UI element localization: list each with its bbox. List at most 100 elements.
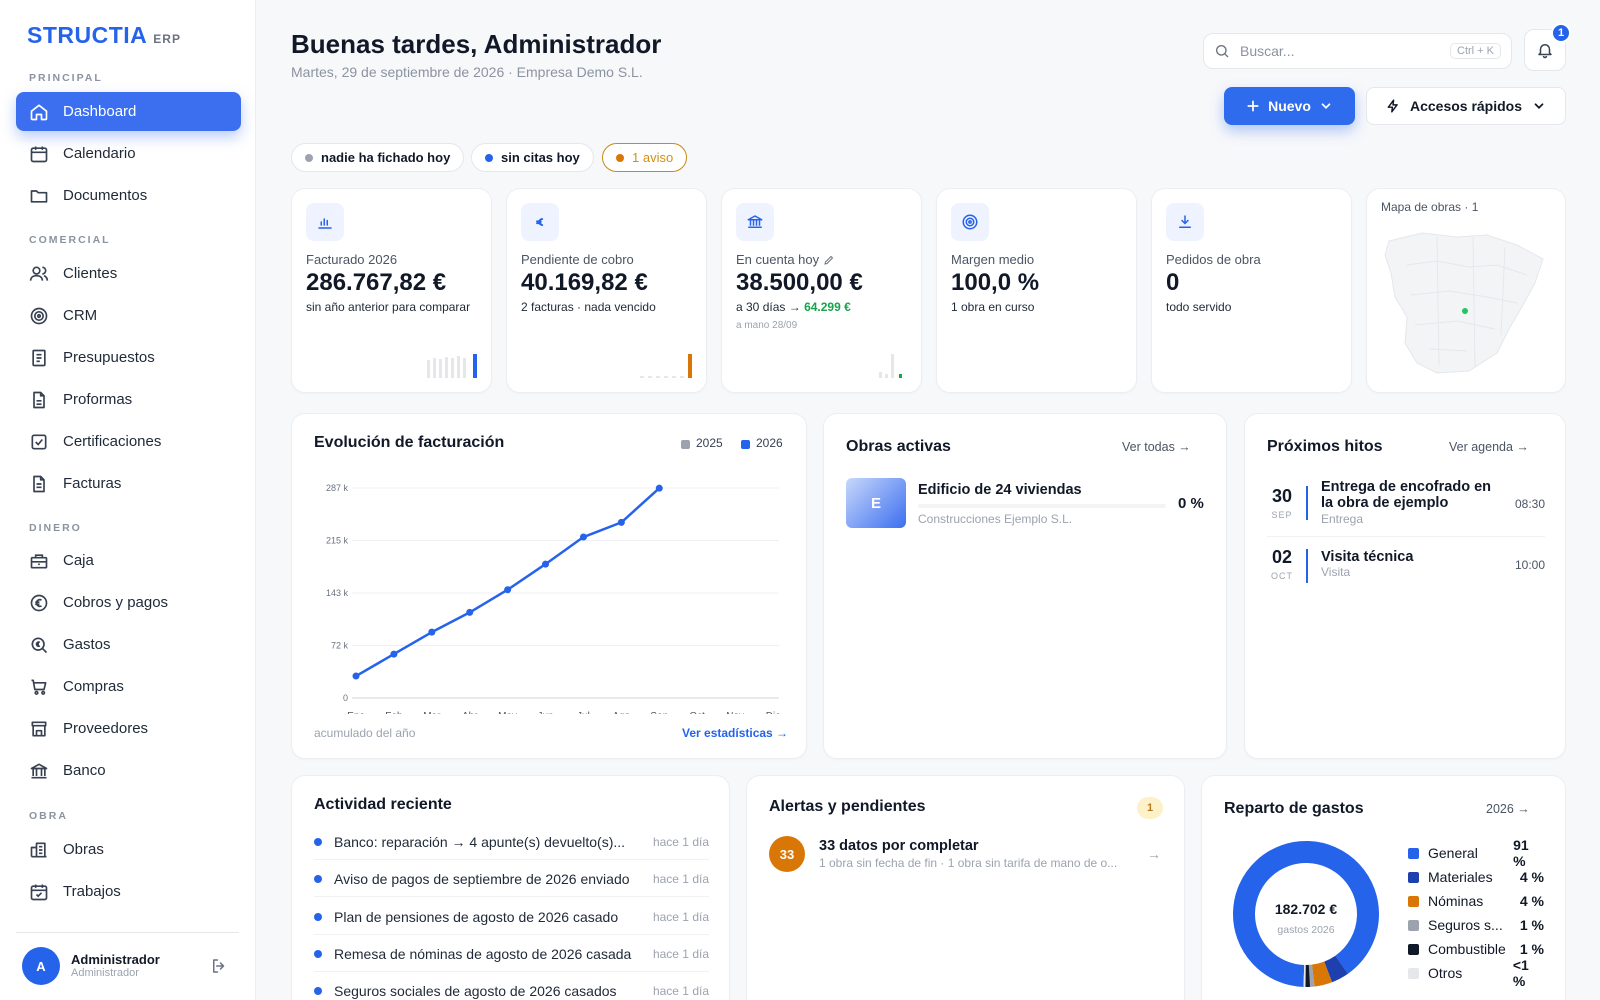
list-item[interactable]: Plan de pensiones de agosto de 2026 casa… [314, 907, 709, 927]
activity-time: hace 1 día [652, 984, 709, 998]
euro-circle-icon [30, 594, 48, 611]
edit-icon[interactable] [823, 254, 835, 266]
avatar[interactable]: A [22, 947, 60, 985]
sidebar-item-certificaciones[interactable]: Certificaciones [16, 422, 241, 461]
x-tick-label: Ago [612, 711, 630, 714]
map-card[interactable]: Mapa de obras · 1 [1366, 188, 1566, 393]
active-works-title: Obras activas [846, 438, 951, 455]
milestones-card: Próximos hitos Ver agenda → 30 SEP Entre… [1244, 413, 1566, 759]
search-input[interactable] [1240, 43, 1451, 59]
milestone-title[interactable]: Visita técnica [1321, 549, 1501, 565]
calendar-icon [30, 146, 48, 162]
data-point [428, 628, 436, 636]
document-list-icon [32, 349, 46, 366]
cash-register-icon [30, 553, 48, 568]
view-all-link[interactable]: Ver todas → [1122, 440, 1191, 454]
billing-chart-card: Evolución de facturación 2025 2026 0 72 k… [291, 413, 807, 759]
recent-activity-title: Actividad reciente [314, 796, 452, 813]
stats-link[interactable]: Ver estadísticas → [682, 726, 788, 740]
kpi-icon-box [951, 203, 989, 241]
expense-pct: 1 % [1519, 917, 1544, 933]
milestone-marker [1306, 549, 1308, 583]
kpi-card-cuenta[interactable]: En cuenta hoy 38.500,00 € a 30 días → 64… [721, 188, 922, 393]
sidebar-item-dashboard[interactable]: Dashboard [16, 92, 241, 131]
chevron-down-icon [1534, 103, 1544, 109]
list-item[interactable]: Aviso de pagos de septiembre de 2026 env… [314, 869, 709, 889]
kpi-card-margen[interactable]: Margen medio 100,0 % 1 obra en curso [936, 188, 1137, 393]
alerts-title: Alertas y pendientes [769, 798, 926, 815]
sidebar-item-documentos[interactable]: Documentos [16, 176, 241, 215]
bell-icon [1538, 44, 1552, 59]
sidebar-item-banco[interactable]: Banco [16, 751, 241, 790]
expense-pct: 91 % [1513, 837, 1529, 869]
logout-icon[interactable] [210, 957, 228, 975]
status-pill-avisos[interactable]: 1 aviso [602, 143, 688, 172]
sidebar-item-facturas[interactable]: Facturas [16, 464, 241, 503]
sidebar-item-compras[interactable]: Compras [16, 667, 241, 706]
kpi-value: 38.500,00 € [736, 269, 863, 296]
data-point [655, 484, 663, 492]
user-name: Administrador [71, 952, 160, 967]
data-point [352, 672, 360, 680]
milestone-day: 30 [1271, 486, 1293, 506]
view-agenda-link[interactable]: Ver agenda → [1449, 440, 1529, 454]
work-client: Construcciones Ejemplo S.L. [918, 512, 1073, 526]
kpi-label-text: En cuenta hoy [736, 252, 820, 267]
sidebar-item-proveedores[interactable]: Proveedores [16, 709, 241, 748]
pill-label: 1 aviso [632, 150, 674, 165]
list-item[interactable]: Remesa de nóminas de agosto de 2026 casa… [314, 944, 709, 964]
sidebar-item-clientes[interactable]: Clientes [16, 254, 241, 293]
status-pill-fichajes[interactable]: nadie ha fichado hoy [291, 143, 465, 172]
sidebar-item-calendario[interactable]: Calendario [16, 134, 241, 173]
quick-access-button[interactable]: Accesos rápidos [1366, 87, 1566, 125]
milestone-type: Visita [1321, 565, 1351, 579]
new-button[interactable]: Nuevo [1224, 87, 1355, 125]
activity-time: hace 1 día [652, 910, 709, 924]
expense-legend-item: General 91 % [1408, 837, 1544, 869]
milestone-month: SEP [1271, 510, 1293, 520]
kpi-card-facturado[interactable]: Facturado 2026 286.767,82 € sin año ante… [291, 188, 492, 393]
status-dot [485, 153, 493, 162]
bank-icon [30, 763, 48, 778]
work-name[interactable]: Edificio de 24 viviendas [918, 482, 1082, 498]
x-tick-label: Feb [385, 711, 403, 714]
sidebar-item-obras[interactable]: Obras [16, 830, 241, 869]
activity-text: Banco: reparación → 4 apunte(s) devuelto… [334, 834, 626, 850]
status-pill-citas[interactable]: sin citas hoy [471, 143, 594, 172]
list-item[interactable]: Seguros sociales de agosto de 2026 casad… [314, 981, 709, 1000]
legend-swatch [1408, 967, 1419, 979]
sidebar-item-gastos[interactable]: Gastos [16, 625, 241, 664]
target-icon [962, 214, 978, 230]
activity-divider [314, 859, 709, 860]
sidebar-item-label: CRM [63, 307, 98, 324]
nav-section-comercial: COMERCIAL [29, 234, 111, 246]
kpi-card-pedidos[interactable]: Pedidos de obra 0 todo servido [1151, 188, 1352, 393]
legend-swatch-2025 [681, 440, 690, 449]
sidebar-item-label: Documentos [63, 187, 148, 204]
bank-icon [747, 215, 763, 228]
sidebar-item-caja[interactable]: Caja [16, 541, 241, 580]
sidebar-item-crm[interactable]: CRM [16, 296, 241, 335]
search-box[interactable]: Ctrl + K [1203, 33, 1512, 69]
work-thumbnail[interactable]: E [846, 478, 906, 528]
expenses-year-link[interactable]: 2026 → [1486, 802, 1530, 816]
data-point [390, 650, 398, 658]
expenses-title: Reparto de gastos [1224, 800, 1364, 817]
nav-section-principal: PRINCIPAL [29, 72, 103, 84]
x-tick-label: May [498, 711, 517, 714]
sidebar-item-cobros-pagos[interactable]: Cobros y pagos [16, 583, 241, 622]
y-tick-label: 287 k [326, 483, 349, 493]
expense-pct: 4 % [1519, 893, 1544, 909]
sidebar-item-proformas[interactable]: Proformas [16, 380, 241, 419]
arrow-right-icon[interactable]: → [1147, 846, 1161, 862]
list-item[interactable]: Banco: reparación → 4 apunte(s) devuelto… [314, 832, 709, 852]
sidebar-item-trabajos[interactable]: Trabajos [16, 872, 241, 911]
activity-text: Remesa de nóminas de agosto de 2026 casa… [334, 946, 632, 962]
brand-logo[interactable]: STRUCTIA ERP [27, 22, 181, 49]
milestone-title[interactable]: Entrega de encofrado en la obra de ejemp… [1321, 479, 1501, 511]
sidebar-item-presupuestos[interactable]: Presupuestos [16, 338, 241, 377]
alert-title[interactable]: 33 datos por completar [819, 838, 979, 854]
expense-name: Materiales [1428, 869, 1493, 885]
x-tick-label: Nov [726, 711, 744, 714]
kpi-card-pendiente[interactable]: Pendiente de cobro 40.169,82 € 2 factura… [506, 188, 707, 393]
